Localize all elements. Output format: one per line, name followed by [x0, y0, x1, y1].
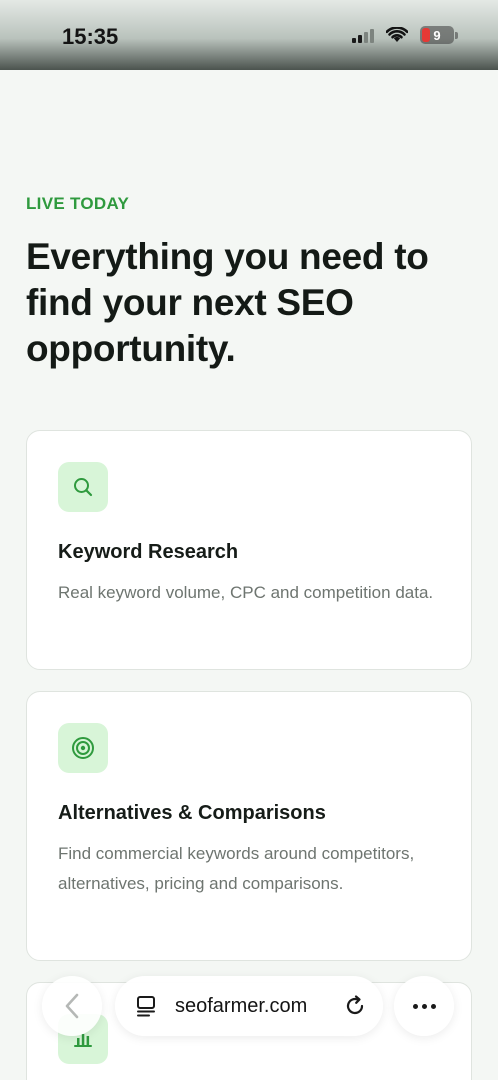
feature-card-alternatives: Alternatives & Comparisons Find commerci…: [26, 691, 472, 961]
status-bar: 15:35 9: [0, 0, 498, 70]
battery-level: 9: [433, 27, 441, 43]
cellular-signal-icon: [352, 27, 374, 43]
feature-description: Find commercial keywords around competit…: [58, 844, 415, 893]
chevron-left-icon: [65, 993, 79, 1019]
status-time: 15:35: [62, 24, 119, 49]
status-icons: 9: [352, 26, 458, 44]
more-dot: [412, 1003, 418, 1009]
battery-icon: 9: [420, 26, 454, 44]
feature-card-keyword-research: Keyword Research Real keyword volume, CP…: [26, 430, 472, 670]
tabs-icon[interactable]: [135, 995, 157, 1017]
page-headline: Everything you need to find your next SE…: [26, 236, 429, 369]
address-bar[interactable]: seofarmer.com: [115, 976, 383, 1036]
battery-indicator: 9: [420, 26, 458, 44]
back-button[interactable]: [42, 976, 102, 1036]
more-dot: [430, 1003, 436, 1009]
wifi-icon: [386, 27, 408, 42]
reload-icon[interactable]: [343, 994, 367, 1018]
more-options-button[interactable]: [394, 976, 454, 1036]
more-dot: [421, 1003, 427, 1009]
feature-title: Alternatives & Comparisons: [58, 802, 326, 824]
feature-title: Keyword Research: [58, 541, 239, 563]
feature-description: Real keyword volume, CPC and competition…: [58, 583, 434, 602]
search-icon: [58, 462, 108, 512]
url-text[interactable]: seofarmer.com: [175, 995, 307, 1018]
target-icon: [58, 723, 108, 773]
eyebrow-label: LIVE TODAY: [26, 194, 130, 213]
